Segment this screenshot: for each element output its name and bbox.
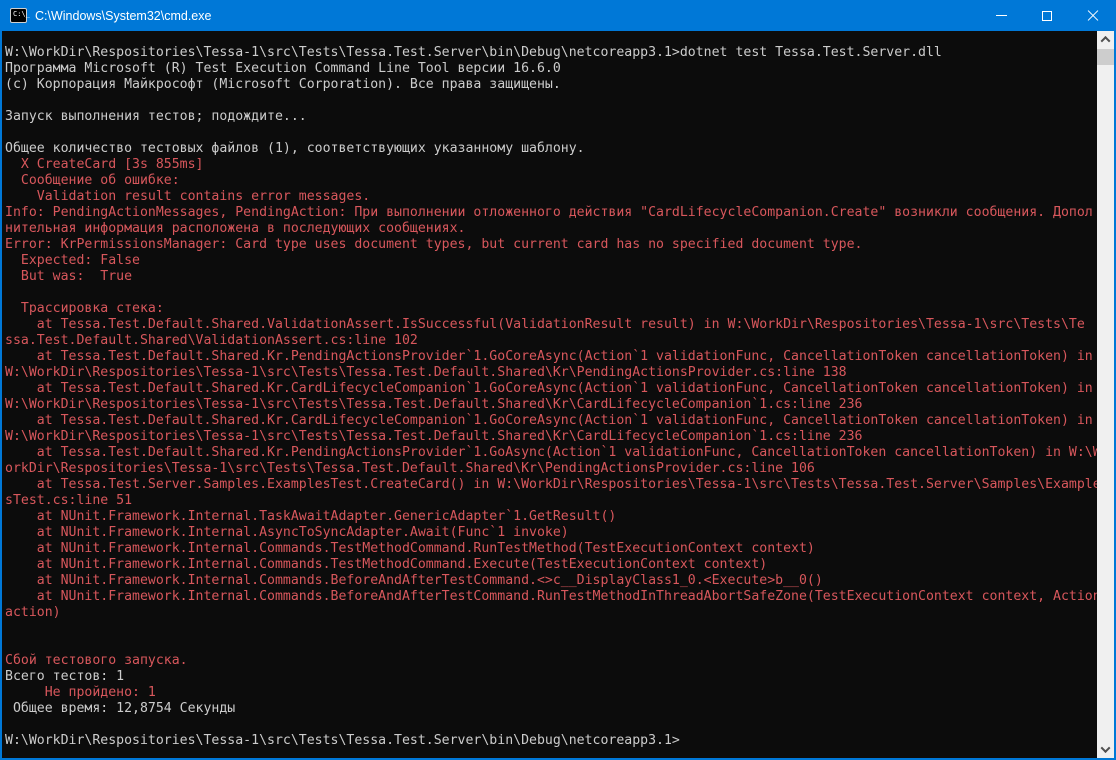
maximize-icon — [1042, 11, 1052, 21]
terminal-line: at NUnit.Framework.Internal.Commands.Tes… — [5, 541, 1114, 557]
maximize-button[interactable] — [1024, 0, 1070, 31]
terminal-line — [5, 125, 1114, 141]
terminal-line: at NUnit.Framework.Internal.AsyncToSyncA… — [5, 525, 1114, 541]
terminal-line: at NUnit.Framework.Internal.TaskAwaitAda… — [5, 509, 1114, 525]
terminal-output[interactable]: W:\WorkDir\Respositories\Tessa-1\src\Tes… — [2, 31, 1114, 758]
terminal-line: at Tessa.Test.Default.Shared.ValidationA… — [5, 317, 1114, 333]
terminal-line: at NUnit.Framework.Internal.Commands.Bef… — [5, 573, 1114, 589]
terminal-line: ssa.Test.Default.Shared\ValidationAssert… — [5, 333, 1114, 349]
terminal-line: at Tessa.Test.Default.Shared.Kr.CardLife… — [5, 413, 1114, 429]
terminal-line: orkDir\Respositories\Tessa-1\src\Tests\T… — [5, 461, 1114, 477]
terminal-line: Запуск выполнения тестов; подождите... — [5, 109, 1114, 125]
window-title: C:\Windows\System32\cmd.exe — [35, 9, 978, 23]
scroll-down-button[interactable] — [1097, 741, 1114, 758]
terminal-line: (c) Корпорация Майкрософт (Microsoft Cor… — [5, 77, 1114, 93]
terminal-line: W:\WorkDir\Respositories\Tessa-1\src\Tes… — [5, 365, 1114, 381]
terminal-line: sTest.cs:line 51 — [5, 493, 1114, 509]
terminal-line: Expected: False — [5, 253, 1114, 269]
cmd-icon-glyph: C:\_ — [13, 10, 30, 19]
scrollbar-thumb[interactable] — [1097, 49, 1114, 65]
terminal-line: Трассировка стека: — [5, 301, 1114, 317]
minimize-button[interactable] — [978, 0, 1024, 31]
terminal-line — [5, 637, 1114, 653]
close-icon — [1087, 10, 1099, 22]
terminal-line: нительная информация расположена в после… — [5, 221, 1114, 237]
terminal-line: X CreateCard [3s 855ms] — [5, 157, 1114, 173]
terminal-line: action) — [5, 605, 1114, 621]
terminal-line: at NUnit.Framework.Internal.Commands.Tes… — [5, 557, 1114, 573]
cmd-window: C:\_ C:\Windows\System32\cmd.exe W:\Work… — [0, 0, 1116, 760]
terminal-line: Программа Microsoft (R) Test Execution C… — [5, 61, 1114, 77]
terminal-line: But was: True — [5, 269, 1114, 285]
terminal-line: at Tessa.Test.Default.Shared.Kr.CardLife… — [5, 381, 1114, 397]
terminal-line: Не пройдено: 1 — [5, 685, 1114, 701]
chevron-up-icon — [1101, 36, 1111, 46]
terminal-line: Info: PendingActionMessages, PendingActi… — [5, 205, 1114, 221]
terminal-line: at Tessa.Test.Server.Samples.ExamplesTes… — [5, 477, 1114, 493]
terminal-line: Error: KrPermissionsManager: Card type u… — [5, 237, 1114, 253]
terminal-line — [5, 621, 1114, 637]
scroll-up-button[interactable] — [1097, 31, 1114, 48]
terminal-line — [5, 717, 1114, 733]
minimize-icon — [996, 15, 1007, 16]
terminal-line: W:\WorkDir\Respositories\Tessa-1\src\Tes… — [5, 397, 1114, 413]
cmd-icon[interactable]: C:\_ — [10, 8, 27, 23]
terminal-line: Сбой тестового запуска. — [5, 653, 1114, 669]
terminal-line: Всего тестов: 1 — [5, 669, 1114, 685]
terminal-line: Validation result contains error message… — [5, 189, 1114, 205]
terminal-line: at Tessa.Test.Default.Shared.Kr.PendingA… — [5, 445, 1114, 461]
terminal-line: Общее количество тестовых файлов (1), со… — [5, 141, 1114, 157]
terminal-line: at NUnit.Framework.Internal.Commands.Bef… — [5, 589, 1114, 605]
terminal-line: W:\WorkDir\Respositories\Tessa-1\src\Tes… — [5, 429, 1114, 445]
terminal-line: Сообщение об ошибке: — [5, 173, 1114, 189]
title-bar: C:\_ C:\Windows\System32\cmd.exe — [0, 0, 1116, 31]
terminal-line: W:\WorkDir\Respositories\Tessa-1\src\Tes… — [5, 733, 1114, 749]
terminal-line: at Tessa.Test.Default.Shared.Kr.PendingA… — [5, 349, 1114, 365]
terminal-line — [5, 285, 1114, 301]
close-button[interactable] — [1070, 0, 1116, 31]
chevron-down-icon — [1101, 743, 1111, 753]
caption-buttons — [978, 0, 1116, 31]
vertical-scrollbar[interactable] — [1097, 31, 1114, 758]
terminal-line: W:\WorkDir\Respositories\Tessa-1\src\Tes… — [5, 45, 1114, 61]
terminal-line: Общее время: 12,8754 Секунды — [5, 701, 1114, 717]
terminal-line — [5, 93, 1114, 109]
